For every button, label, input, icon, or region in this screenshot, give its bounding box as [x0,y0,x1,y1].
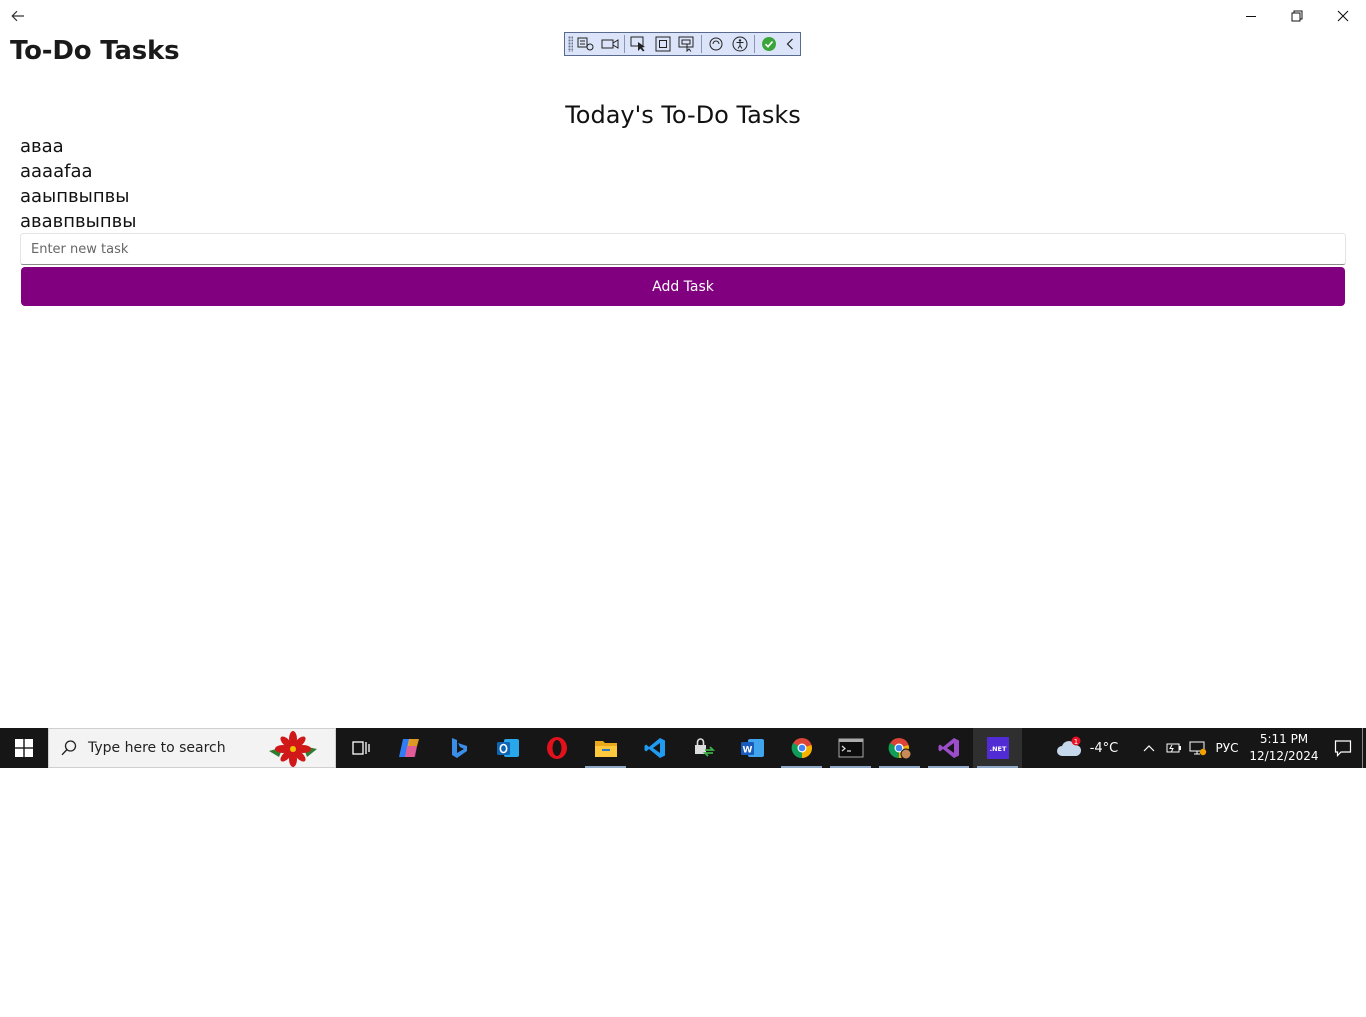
record-button[interactable] [600,34,620,54]
folder-icon [594,741,617,757]
taskbar-app-dotnet[interactable]: .NET [973,728,1022,768]
minimize-icon [1246,16,1256,17]
task-item: ававпвыпвы [20,211,137,232]
taskbar-app-visual-studio[interactable] [924,728,973,768]
select-pointer-icon [630,36,646,52]
video-camera-icon [601,39,619,49]
check-circle-icon [762,37,777,51]
binding-status-button[interactable] [759,34,779,54]
task-list: аваа ааааfaa ааыпвыпвы ававпвыпвы [20,134,620,234]
add-task-button[interactable]: Add Task [21,267,1345,306]
taskbar-app-opera[interactable] [532,728,581,768]
toolbar-separator [701,35,703,53]
debug-toolbar [564,32,801,56]
taskbar-app-task-view[interactable] [336,728,385,768]
chevron-up-icon [1143,745,1155,752]
new-task-input[interactable] [20,233,1346,265]
clock[interactable]: 5:11 PM 12/12/2024 [1244,728,1324,768]
weather-widget[interactable]: 1 -4°C [1048,728,1126,768]
clock-time: 5:11 PM [1259,732,1309,746]
language-label: РУС [1215,741,1239,755]
system-tray: 1 -4°C РУС 5:11 PM 12/12/2024 [1048,728,1366,768]
track-focus-icon [678,36,694,52]
notification-icon [1334,740,1352,757]
track-focus-button[interactable] [677,34,697,54]
task-item: аваа [20,136,64,157]
action-center-button[interactable] [1324,728,1362,768]
minimize-button[interactable] [1228,0,1274,32]
taskbar: Type here to search W .NET 1 -4°C РУС 5:… [0,728,1366,768]
layout-adorner-icon [655,36,671,52]
copilot-icon [398,739,419,757]
chevron-left-icon [786,38,793,50]
taskbar-app-copilot[interactable] [385,728,434,768]
weather-badge: 1 [1073,738,1077,746]
outlook-icon [496,739,519,757]
taskbar-app-terminal[interactable] [826,728,875,768]
dotnet-icon: .NET [986,737,1009,759]
taskbar-app-chrome[interactable] [777,728,826,768]
taskbar-app-bing[interactable] [434,728,483,768]
taskbar-app-security[interactable] [679,728,728,768]
weather-temperature: -4°C [1089,740,1119,756]
svg-text:.NET: .NET [989,745,1006,753]
word-icon: W [740,739,764,757]
task-item: ааааfaa [20,161,93,182]
back-arrow-icon [11,10,24,22]
toolbar-grip-icon[interactable] [568,36,574,52]
task-view-icon [351,741,370,755]
display-layout-adorners-button[interactable] [653,34,673,54]
close-icon [1337,10,1349,22]
bing-icon [451,738,467,758]
terminal-icon [838,738,863,758]
restore-icon [1291,10,1303,22]
visual-tree-icon [577,37,594,51]
toolbar-separator [624,35,626,53]
search-icon [61,740,77,756]
show-desktop-button[interactable] [1362,728,1366,768]
network-icon [1189,741,1207,756]
toolbar-separator [754,35,756,53]
app-window: To-Do Tasks Today's To-Do Tasks аваа ааа… [0,0,1366,728]
live-visual-tree-button[interactable] [576,34,596,54]
taskbar-app-chrome-profile[interactable] [875,728,924,768]
opera-icon [546,737,567,759]
clock-date: 12/12/2024 [1249,749,1319,763]
cloud-icon: 1 [1056,736,1081,756]
search-placeholder: Type here to search [88,740,226,756]
battery-charging-icon [1166,743,1181,753]
accessibility-button[interactable] [730,34,750,54]
close-button[interactable] [1320,0,1366,32]
taskbar-app-file-explorer[interactable] [581,728,630,768]
start-button[interactable] [0,728,48,768]
taskbar-app-vscode[interactable] [630,728,679,768]
accessibility-icon [732,36,748,52]
visual-studio-icon [938,738,959,758]
battery-status[interactable] [1162,728,1186,768]
restore-button[interactable] [1274,0,1320,32]
vscode-icon [644,738,665,758]
taskbar-search-box[interactable]: Type here to search [48,728,336,768]
chrome-icon [791,738,812,759]
taskbar-app-word[interactable]: W [728,728,777,768]
show-hidden-icons-button[interactable] [1136,728,1162,768]
lock-sync-icon [694,738,715,757]
input-language-indicator[interactable]: РУС [1210,728,1244,768]
collapse-toolbar-button[interactable] [783,34,796,54]
select-element-button[interactable] [629,34,649,54]
task-item: ааыпвыпвы [20,186,130,207]
taskbar-app-outlook[interactable] [483,728,532,768]
window-title: To-Do Tasks [10,36,180,66]
hot-reload-icon [709,37,723,51]
back-button[interactable] [6,6,30,26]
poinsettia-icon [269,731,317,767]
windows-logo-icon [15,739,33,757]
network-status[interactable] [1186,728,1210,768]
chrome-profile-icon [888,738,911,760]
svg-text:W: W [742,746,752,756]
page-heading: Today's To-Do Tasks [565,101,801,129]
hot-reload-button[interactable] [706,34,726,54]
